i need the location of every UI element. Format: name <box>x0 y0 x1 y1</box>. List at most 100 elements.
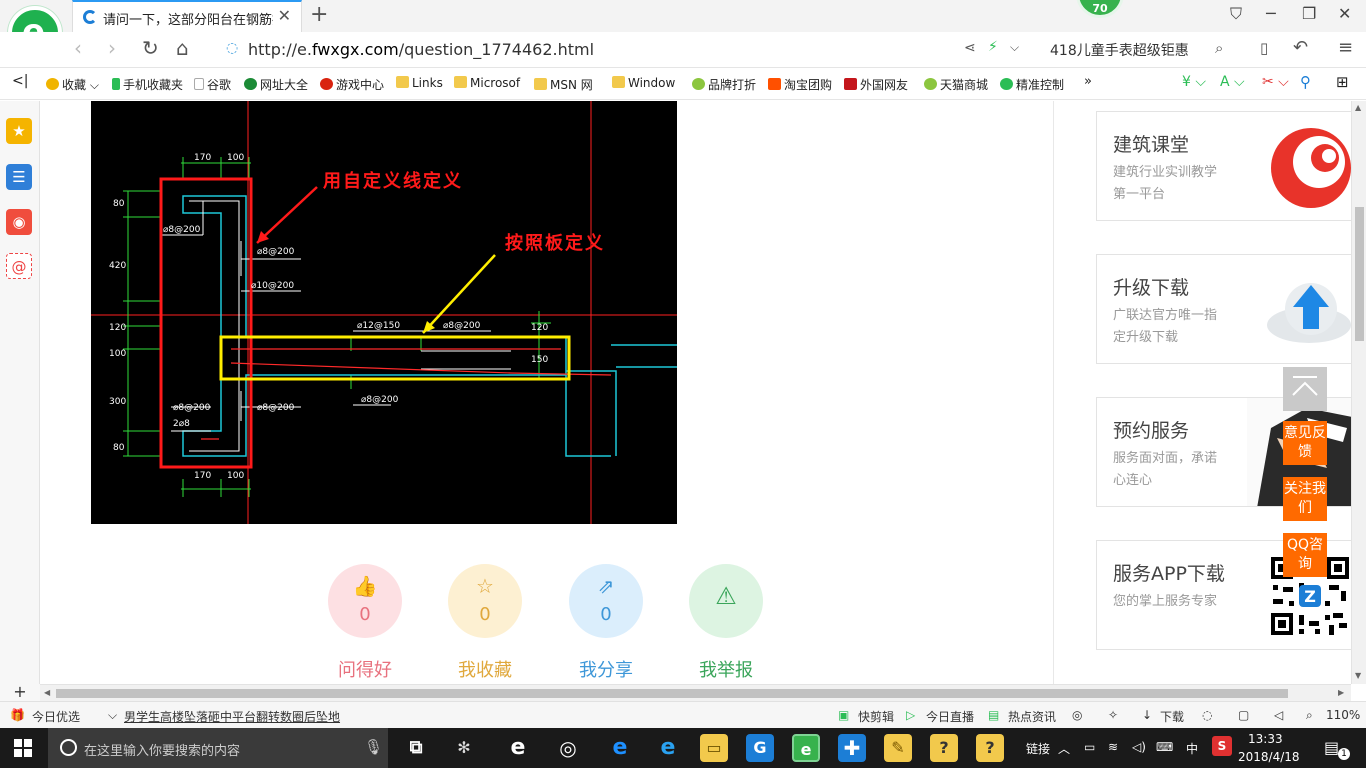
bookmark-item[interactable]: 淘宝团购 <box>768 76 832 93</box>
refresh-icon[interactable]: ↻ <box>142 36 159 60</box>
download-link[interactable]: 下载 <box>1160 708 1184 725</box>
bookmark-item[interactable]: 品牌打折 <box>692 76 756 93</box>
close-window-icon[interactable]: ✕ <box>1338 4 1351 23</box>
bookmark-item[interactable]: 天猫商城 <box>924 76 988 93</box>
notes-app-icon[interactable]: ✎ <box>884 734 912 762</box>
links-label[interactable]: 链接 <box>1026 740 1050 757</box>
bookmark-item[interactable]: 收藏 ⌵ <box>46 76 99 93</box>
glodon-app-icon[interactable]: G <box>746 734 774 762</box>
accelerate-icon[interactable]: ◎ <box>1072 708 1082 722</box>
taskbar-search-input[interactable]: 在这里输入你要搜索的内容 🎙 <box>48 728 388 768</box>
follow-us-button[interactable]: 关注我们 <box>1283 477 1327 521</box>
browser-e-taskbar-icon[interactable]: e <box>504 734 532 762</box>
ime-indicator[interactable]: 中 <box>1186 740 1198 757</box>
news-headline-link[interactable]: 男学生高楼坠落砸中平台翻转数圈后坠地 <box>124 708 340 725</box>
chevron-down-icon[interactable]: ⌵ <box>108 708 117 723</box>
plus-app-icon[interactable]: ✚ <box>838 734 866 762</box>
live-link[interactable]: 今日直播 <box>926 708 974 725</box>
bookmark-folder[interactable]: Links <box>396 76 443 90</box>
reader-icon[interactable]: ☰ <box>6 164 32 190</box>
new-tab-button[interactable]: + <box>310 2 328 27</box>
vertical-scroll-thumb[interactable] <box>1355 207 1364 341</box>
hot-news-link[interactable]: 热点资讯 <box>1008 708 1056 725</box>
close-tab-icon[interactable]: ✕ <box>278 6 291 25</box>
translate-icon[interactable]: A ⌵ <box>1220 74 1245 90</box>
favorites-star-icon[interactable]: ★ <box>6 118 32 144</box>
good-question-button[interactable]: 👍 0 问得好 <box>305 564 425 682</box>
clean-icon[interactable]: ✧ <box>1108 708 1118 722</box>
help-app-icon-2[interactable]: ? <box>976 734 1004 762</box>
restore-icon[interactable]: ❐ <box>1302 4 1316 23</box>
share-icon[interactable]: ⋖ <box>964 40 976 56</box>
undo-icon[interactable]: ↶ <box>1293 37 1308 58</box>
keyboard-icon[interactable]: ⌨ <box>1156 740 1173 754</box>
more-bookmarks-icon[interactable]: » <box>1084 74 1092 89</box>
notification-center-icon[interactable]: ▤ <box>1324 738 1339 757</box>
zoom-level[interactable]: 110% <box>1326 708 1360 722</box>
microphone-icon[interactable]: 🎙 <box>364 738 383 756</box>
vertical-scrollbar[interactable]: ▲ ▼ <box>1351 101 1366 684</box>
favorite-button[interactable]: ☆ 0 我收藏 <box>425 564 545 682</box>
globe-icon[interactable]: ◌ <box>1202 708 1212 722</box>
menu-icon[interactable]: ≡ <box>1338 37 1353 58</box>
qq-consult-button[interactable]: QQ咨询 <box>1283 533 1327 577</box>
bookmark-item[interactable]: 谷歌 <box>194 76 231 93</box>
feedback-button[interactable]: 意见反馈 <box>1283 421 1327 465</box>
card-building-class[interactable]: 建筑课堂 建筑行业实训教学第一平台 <box>1096 111 1351 221</box>
shield-icon[interactable]: ¥ ⌵ <box>1182 74 1206 90</box>
ie-icon[interactable]: e <box>654 734 682 762</box>
mobile-icon[interactable]: ▯ <box>1260 39 1268 57</box>
minimize-icon[interactable]: ─ <box>1266 4 1276 23</box>
scroll-down-icon[interactable]: ▼ <box>1355 671 1361 680</box>
search-promo[interactable]: 418儿童手表超级钜惠 <box>1050 40 1189 60</box>
browser-tab[interactable]: 请问一下，这部分阳台在钢筋抽样 ✕ <box>72 0 302 32</box>
skin-icon[interactable]: ⛉ <box>1230 4 1242 24</box>
today-picks-link[interactable]: 今日优选 <box>32 708 80 725</box>
tray-chevron-icon[interactable]: ︿ <box>1058 740 1070 757</box>
report-button[interactable]: ⚠ 我举报 <box>666 564 786 682</box>
kuaijianji-link[interactable]: 快剪辑 <box>858 708 894 725</box>
magnifier-icon[interactable]: ⚲ <box>1300 73 1311 91</box>
battery-icon[interactable]: ▭ <box>1084 740 1095 754</box>
windows-start-icon[interactable] <box>14 739 32 757</box>
speaker-icon[interactable]: ◁) <box>1132 740 1146 754</box>
clock-time[interactable]: 13:33 <box>1248 732 1283 746</box>
back-to-top-button[interactable] <box>1283 367 1327 411</box>
edge-icon[interactable]: e <box>606 734 634 762</box>
bookmark-item[interactable]: 精准控制 <box>1000 76 1064 93</box>
scroll-right-icon[interactable]: ▶ <box>1338 688 1344 697</box>
clock-date[interactable]: 2018/4/18 <box>1238 750 1300 764</box>
bookmark-folder[interactable]: MSN 网 <box>534 76 593 93</box>
help-app-icon[interactable]: ? <box>930 734 958 762</box>
weibo-icon[interactable]: ◉ <box>6 209 32 235</box>
bookmark-folder[interactable]: Microsof <box>454 76 520 90</box>
address-input[interactable]: http://e.fwxgx.com/question_1774462.html <box>248 40 594 59</box>
sidebar-add-button[interactable]: + <box>0 684 40 701</box>
security-icon[interactable]: ◌ <box>226 40 238 56</box>
search-icon[interactable]: ⌕ <box>1215 39 1223 57</box>
back-icon[interactable]: ‹ <box>74 36 82 60</box>
sogou-icon[interactable]: S <box>1212 736 1232 756</box>
spiral-app-icon[interactable]: ◎ <box>554 734 582 762</box>
share-button[interactable]: ⇗ 0 我分享 <box>546 564 666 682</box>
bookmark-item[interactable]: 网址大全 <box>244 76 308 93</box>
lightning-icon[interactable]: ⚡ <box>988 39 998 55</box>
wifi-icon[interactable]: ≋ <box>1108 740 1118 754</box>
task-view-icon[interactable]: ⧉ <box>402 734 430 762</box>
bookmark-folder[interactable]: Window <box>612 76 675 90</box>
bookmark-item[interactable]: 手机收藏夹 <box>112 76 183 93</box>
volume-icon[interactable]: ◁ <box>1274 708 1283 722</box>
scissors-icon[interactable]: ✂ ⌵ <box>1262 74 1289 90</box>
card-upgrade-download[interactable]: 升级下载 广联达官方唯一指定升级下载 <box>1096 254 1351 364</box>
window-icon[interactable]: ▢ <box>1238 708 1249 722</box>
bookmark-item[interactable]: 游戏中心 <box>320 76 384 93</box>
forward-icon[interactable]: › <box>108 36 116 60</box>
active-browser-icon[interactable]: e <box>792 734 820 762</box>
pinwheel-app-icon[interactable]: ✻ <box>450 734 478 762</box>
scroll-up-icon[interactable]: ▲ <box>1355 103 1361 112</box>
chevron-down-icon[interactable]: ⌵ <box>1010 40 1019 55</box>
horizontal-scroll-thumb[interactable] <box>56 689 1288 698</box>
notification-badge[interactable]: 70 <box>1076 0 1124 18</box>
apps-icon[interactable]: ⊞ <box>1336 73 1349 91</box>
mail-icon[interactable]: @ <box>6 253 32 279</box>
